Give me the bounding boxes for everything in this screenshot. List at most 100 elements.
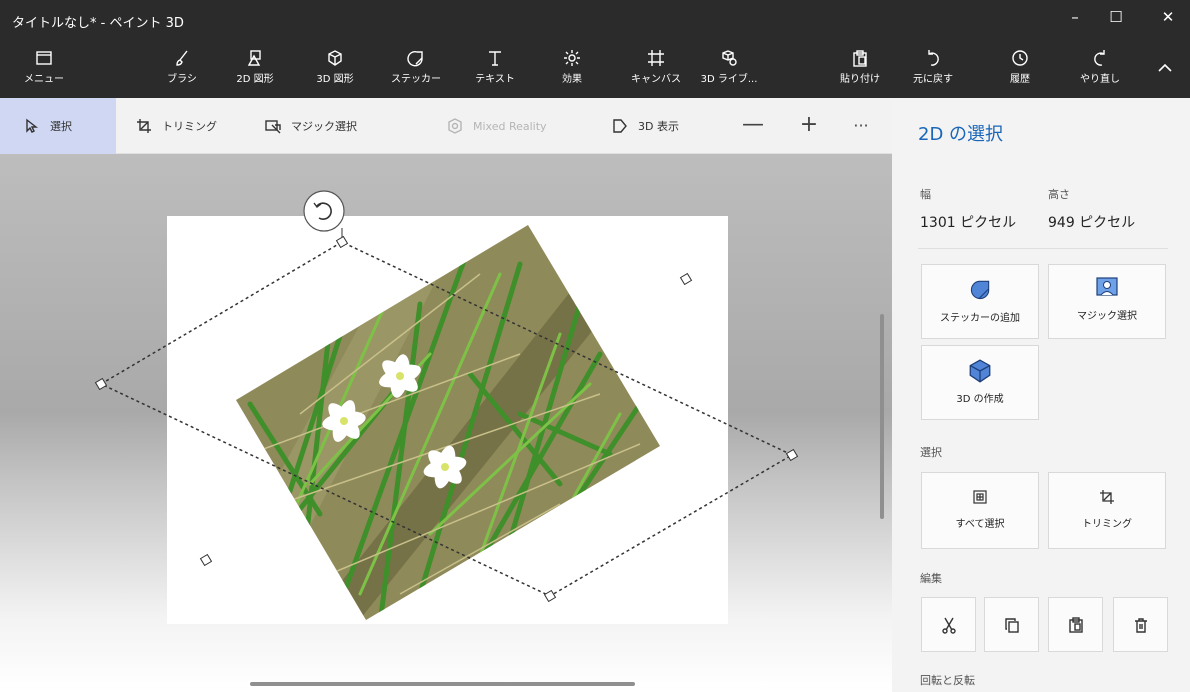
resize-handle-bottom-left[interactable] (199, 553, 213, 567)
redo-button[interactable]: やり直し (1068, 48, 1132, 85)
ribbon: メニュー ブラシ 2D 図形 3D 図形 ステッカー テキスト 効果 キャンバス… (0, 42, 1190, 98)
canvas-icon (648, 50, 664, 66)
window-title: タイトルなし* - ペイント 3D (12, 16, 184, 31)
vertical-scrollbar[interactable] (880, 314, 884, 519)
crop-icon (137, 119, 151, 133)
text-icon (489, 51, 501, 66)
brush-icon (176, 50, 188, 66)
resize-handle-top-right[interactable] (679, 272, 693, 286)
select-all-icon (973, 490, 987, 504)
chevron-up-icon (1158, 63, 1172, 72)
minimize-button[interactable]: – (1055, 8, 1095, 26)
undo-button[interactable]: 元に戻す (901, 48, 965, 85)
canvas-area[interactable] (0, 154, 892, 692)
divider (918, 248, 1168, 249)
cube-icon (969, 359, 991, 383)
brush-button[interactable]: ブラシ (150, 48, 214, 85)
magic-select-label: マジック選択 (1077, 311, 1137, 322)
library-3d-label: 3D ライブ... (700, 74, 758, 85)
resize-handle-bottom[interactable] (543, 589, 557, 603)
add-sticker-button[interactable]: ステッカーの追加 (921, 264, 1039, 339)
make-3d-label: 3D の作成 (956, 394, 1004, 405)
scissors-icon (941, 617, 956, 634)
selected-photo[interactable] (236, 214, 660, 644)
history-button[interactable]: 履歴 (988, 48, 1052, 85)
crop-button[interactable]: トリミング (1048, 472, 1166, 549)
make-3d-button[interactable]: 3D の作成 (921, 345, 1039, 420)
copy-icon (1004, 617, 1019, 633)
shapes-3d-label: 3D 図形 (316, 74, 354, 85)
redo-label: やり直し (1080, 74, 1120, 85)
zoom-in-button[interactable]: + (794, 112, 824, 137)
paste-button-panel[interactable] (1048, 597, 1103, 652)
crop-tool-label: トリミング (162, 120, 217, 133)
mixed-reality-label: Mixed Reality (473, 119, 547, 133)
collapse-ribbon-button[interactable] (1155, 58, 1177, 80)
height-label: 高さ (1048, 188, 1070, 201)
crop-tool[interactable]: トリミング (136, 98, 217, 154)
menu-button[interactable]: メニュー (12, 48, 76, 85)
undo-icon (928, 50, 939, 66)
more-options-button[interactable]: ··· (846, 116, 876, 135)
select-tool-label: 選択 (50, 120, 72, 133)
select-tool[interactable]: 選択 (24, 98, 72, 154)
rotate-handle[interactable] (303, 190, 345, 232)
sun-icon (564, 50, 580, 66)
library-3d-icon (722, 50, 737, 66)
magic-select-tool-label: マジック選択 (291, 120, 357, 133)
canvas-button[interactable]: キャンバス (624, 48, 688, 85)
delete-button[interactable] (1113, 597, 1168, 652)
text-button[interactable]: テキスト (463, 48, 527, 85)
mixed-reality-tool[interactable]: Mixed Reality (447, 98, 547, 154)
paste-icon (853, 50, 867, 67)
edit-section-label: 編集 (920, 572, 942, 585)
shapes-2d-icon (247, 50, 261, 66)
paste-button[interactable]: 貼り付け (828, 48, 892, 85)
menu-label: メニュー (24, 74, 64, 85)
width-value[interactable]: 1301 ピクセル (920, 212, 1016, 232)
close-button[interactable]: ✕ (1148, 8, 1188, 26)
maximize-button[interactable]: ☐ (1096, 8, 1136, 26)
select-all-label: すべて選択 (955, 519, 1005, 530)
shapes-2d-button[interactable]: 2D 図形 (223, 48, 287, 85)
cursor-icon (26, 118, 39, 133)
shapes-3d-button[interactable]: 3D 図形 (303, 48, 367, 85)
copy-button[interactable] (984, 597, 1039, 652)
brush-label: ブラシ (167, 74, 197, 85)
crop-icon (1100, 490, 1114, 504)
panel-title: 2D の選択 (918, 124, 1004, 145)
paste-label: 貼り付け (840, 74, 880, 85)
width-label: 幅 (920, 188, 931, 201)
history-label: 履歴 (1010, 74, 1030, 85)
cut-button[interactable] (921, 597, 976, 652)
sticker-icon (970, 280, 990, 300)
effects-label: 効果 (562, 74, 582, 85)
add-sticker-label: ステッカーの追加 (940, 313, 1020, 324)
shapes-2d-label: 2D 図形 (236, 74, 274, 85)
title-bar: タイトルなし* - ペイント 3D – ☐ ✕ (0, 0, 1190, 42)
view-3d-toggle[interactable]: 3D 表示 (612, 98, 679, 154)
tool-options-bar: 選択 トリミング マジック選択 Mixed Reality 3D 表示 — + … (0, 98, 892, 154)
resize-handle-top[interactable] (335, 235, 349, 249)
paste-icon (1068, 616, 1083, 633)
side-panel: 2D の選択 幅 高さ 1301 ピクセル 949 ピクセル ステッカーの追加 … (892, 98, 1190, 692)
zoom-out-button[interactable]: — (738, 112, 768, 137)
horizontal-scrollbar[interactable] (250, 682, 635, 686)
sticker-button[interactable]: ステッカー (384, 48, 448, 85)
magic-select-icon (1096, 277, 1118, 296)
resize-handle-right[interactable] (785, 448, 799, 462)
magic-select-button[interactable]: マジック選択 (1048, 264, 1166, 339)
magic-select-tool[interactable]: マジック選択 (265, 98, 357, 154)
library-3d-button[interactable]: 3D ライブ... (697, 48, 761, 85)
sticker-icon (407, 51, 423, 67)
height-value[interactable]: 949 ピクセル (1048, 212, 1135, 232)
trash-icon (1134, 617, 1147, 633)
folder-icon (36, 51, 52, 65)
selection-section-label: 選択 (920, 446, 942, 459)
view-3d-icon (613, 119, 627, 133)
crop-label: トリミング (1082, 519, 1132, 530)
effects-button[interactable]: 効果 (540, 48, 604, 85)
resize-handle-left[interactable] (94, 377, 108, 391)
text-label: テキスト (475, 74, 515, 85)
select-all-button[interactable]: すべて選択 (921, 472, 1039, 549)
